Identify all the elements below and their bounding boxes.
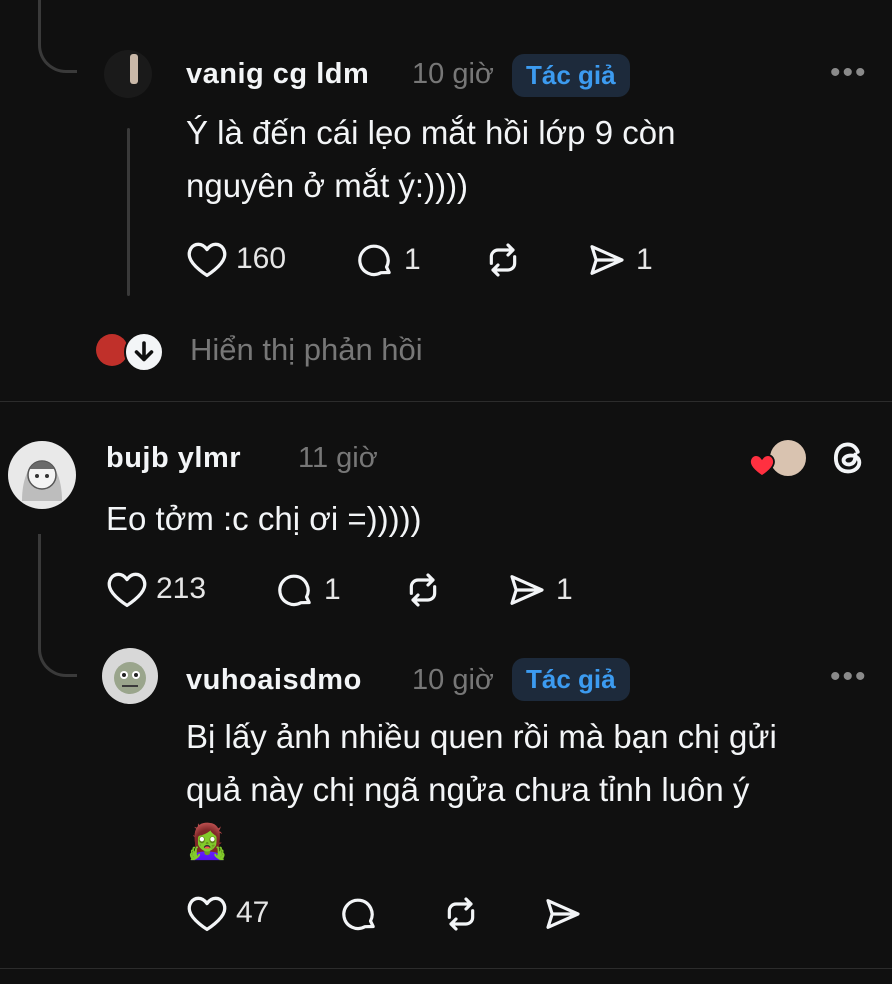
arrow-down-icon [124, 332, 164, 372]
comment-count: 1 [404, 243, 421, 276]
reply-text-line: Ý là đến cái lẹo mắt hồi lớp 9 còn [186, 114, 676, 151]
comment-count: 1 [324, 573, 341, 606]
thread-connector [38, 0, 77, 73]
repost-button[interactable] [402, 570, 444, 610]
like-button[interactable]: 47 [186, 894, 269, 932]
repost-icon [447, 897, 475, 931]
avatar[interactable] [104, 50, 152, 98]
username[interactable]: bujb ylmr [106, 442, 241, 475]
show-replies-link[interactable]: Hiển thị phản hồi [190, 332, 423, 368]
like-button[interactable]: 213 [106, 570, 206, 608]
share-count: 1 [556, 573, 573, 606]
thread-connector [38, 534, 77, 677]
share-button[interactable]: 1 [586, 240, 653, 280]
avatar[interactable] [8, 441, 76, 509]
like-button[interactable]: 160 [186, 240, 286, 278]
share-icon [510, 575, 544, 605]
reply-text: Bị lấy ảnh nhiều quen rồi mà bạn chị gửi… [186, 710, 777, 869]
repost-button[interactable] [440, 894, 482, 934]
reply-text: Ý là đến cái lẹo mắt hồi lớp 9 còn nguyê… [186, 106, 675, 212]
share-count: 1 [636, 243, 653, 276]
heart-icon [187, 896, 227, 932]
comment-icon [278, 574, 311, 607]
repost-icon [409, 573, 437, 607]
comment-icon [358, 244, 391, 277]
heart-icon [749, 454, 775, 478]
zombie-emoji: 🧟‍♀️ [186, 823, 229, 861]
comment-button[interactable]: 1 [274, 570, 341, 610]
repost-button[interactable] [482, 240, 524, 280]
share-icon [546, 899, 580, 929]
timestamp: 10 giờ [412, 664, 494, 696]
divider [0, 401, 892, 402]
avatar[interactable] [102, 648, 158, 704]
repost-icon [489, 243, 517, 277]
reply-text-line: Bị lấy ảnh nhiều quen rồi mà bạn chị gửi [186, 718, 777, 755]
divider [0, 968, 892, 969]
author-liked-indicator [748, 438, 808, 478]
threads-logo-icon[interactable] [828, 436, 870, 480]
comment-button[interactable] [338, 894, 380, 934]
heart-icon [187, 242, 227, 278]
timestamp: 11 giờ [298, 442, 378, 474]
more-icon[interactable]: ••• [830, 56, 868, 90]
like-count: 160 [236, 242, 287, 275]
comment-button[interactable]: 1 [354, 240, 421, 280]
heart-icon [107, 572, 147, 608]
reply-text-line: nguyên ở mắt ý:)))) [186, 167, 469, 204]
like-count: 47 [236, 896, 270, 929]
comment-icon [342, 898, 375, 931]
thread-line [127, 128, 130, 296]
author-badge: Tác giả [512, 54, 630, 97]
timestamp: 10 giờ [412, 58, 494, 90]
share-icon [590, 245, 624, 275]
reply-text-line: quả này chị ngã ngửa chưa tỉnh luôn ý [186, 771, 750, 808]
username[interactable]: vuhoaisdmo [186, 664, 362, 697]
username[interactable]: vanig cg ldm [186, 58, 369, 91]
show-replies-avatars[interactable] [96, 332, 164, 372]
comment-text: Eo tởm :c chị ơi =))))) [106, 500, 422, 537]
share-button[interactable] [542, 894, 584, 934]
author-badge: Tác giả [512, 658, 630, 701]
share-button[interactable]: 1 [506, 570, 573, 610]
more-icon[interactable]: ••• [830, 660, 868, 694]
like-count: 213 [156, 572, 207, 605]
